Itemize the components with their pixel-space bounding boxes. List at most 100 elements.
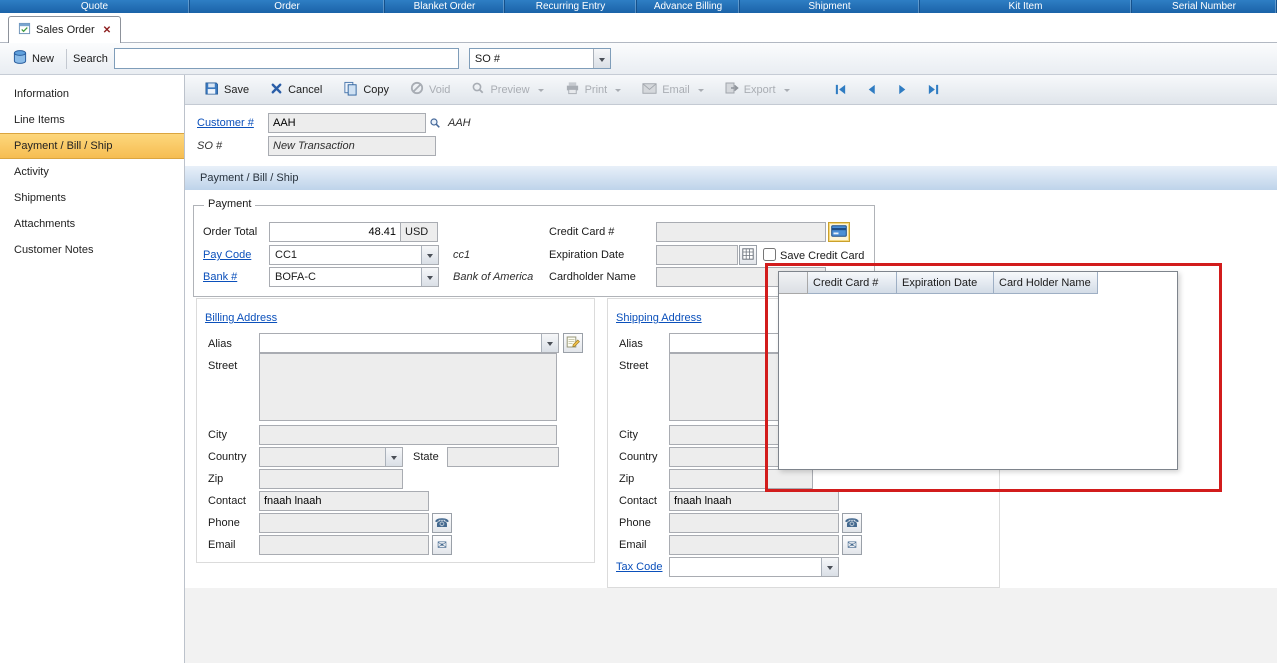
billing-country-label: Country bbox=[208, 451, 247, 463]
nav-previous-button[interactable] bbox=[865, 83, 878, 96]
background-strip bbox=[185, 588, 1277, 663]
sales-order-form-icon bbox=[18, 22, 31, 38]
billing-contact-field[interactable] bbox=[259, 491, 429, 511]
envelope-icon: ✉ bbox=[436, 538, 448, 552]
chevron-down-icon bbox=[783, 88, 790, 95]
void-button[interactable]: Void bbox=[403, 78, 457, 101]
billing-address-link[interactable]: Billing Address bbox=[205, 311, 277, 325]
nav-last-button[interactable] bbox=[927, 83, 940, 96]
payment-group-label: Payment bbox=[204, 198, 256, 210]
preview-button[interactable]: Preview bbox=[464, 78, 550, 101]
order-total-label: Order Total bbox=[203, 226, 258, 238]
save-button[interactable]: Save bbox=[197, 78, 256, 102]
ribbon-item-recurring-entry[interactable]: Recurring Entry bbox=[505, 0, 637, 13]
shipping-email-send-button[interactable]: ✉ bbox=[842, 535, 862, 555]
ribbon-item-serial-number[interactable]: Serial Number bbox=[1132, 0, 1277, 13]
shipping-zip-field[interactable] bbox=[669, 469, 813, 489]
save-icon bbox=[204, 81, 219, 99]
billing-city-field[interactable] bbox=[259, 425, 557, 445]
ribbon-item-shipment[interactable]: Shipment bbox=[740, 0, 920, 13]
email-button[interactable]: Email bbox=[635, 80, 711, 100]
sidebar-item-information[interactable]: Information bbox=[0, 81, 184, 107]
expiration-date-label: Expiration Date bbox=[549, 249, 625, 261]
edit-address-icon bbox=[566, 335, 580, 352]
grid-column-expiration-date[interactable]: Expiration Date bbox=[897, 272, 994, 294]
pay-code-link[interactable]: Pay Code bbox=[203, 248, 251, 262]
nav-next-button[interactable] bbox=[896, 83, 909, 96]
save-credit-card-checkbox[interactable] bbox=[763, 248, 776, 261]
print-button[interactable]: Print bbox=[558, 78, 629, 101]
ribbon-item-advance-billing[interactable]: Advance Billing bbox=[637, 0, 740, 13]
sidebar: Information Line Items Payment / Bill / … bbox=[0, 75, 185, 663]
grid-header-row: Credit Card # Expiration Date Card Holde… bbox=[779, 272, 1177, 294]
copy-button[interactable]: Copy bbox=[336, 78, 396, 102]
billing-alias-combo[interactable] bbox=[259, 333, 559, 353]
bank-combo[interactable]: BOFA-C bbox=[269, 267, 439, 287]
search-input[interactable] bbox=[113, 48, 459, 69]
pay-code-combo[interactable]: CC1 bbox=[269, 245, 439, 265]
billing-state-field[interactable] bbox=[447, 447, 559, 467]
chevron-down-icon bbox=[697, 88, 704, 95]
cancel-button[interactable]: Cancel bbox=[263, 79, 329, 101]
chevron-down-icon[interactable] bbox=[541, 334, 558, 352]
expiration-picker-button[interactable] bbox=[739, 245, 757, 265]
billing-country-combo[interactable] bbox=[259, 447, 403, 467]
sidebar-item-attachments[interactable]: Attachments bbox=[0, 211, 184, 237]
billing-street-label: Street bbox=[208, 360, 238, 372]
billing-phone-field[interactable] bbox=[259, 513, 429, 533]
billing-zip-field[interactable] bbox=[259, 469, 403, 489]
export-button[interactable]: Export bbox=[718, 78, 797, 101]
ribbon-item-kit-item[interactable]: Kit Item bbox=[920, 0, 1132, 13]
billing-street-field[interactable] bbox=[259, 353, 557, 421]
chevron-down-icon[interactable] bbox=[421, 246, 438, 264]
chevron-down-icon[interactable] bbox=[821, 558, 838, 576]
shipping-email-label: Email bbox=[619, 539, 647, 551]
tax-code-combo[interactable] bbox=[669, 557, 839, 577]
sidebar-item-shipments[interactable]: Shipments bbox=[0, 185, 184, 211]
so-number-field[interactable]: New Transaction bbox=[268, 136, 436, 156]
grid-column-credit-card[interactable]: Credit Card # bbox=[808, 272, 897, 294]
sidebar-item-activity[interactable]: Activity bbox=[0, 159, 184, 185]
new-button[interactable]: New bbox=[6, 47, 60, 70]
main-content: Save Cancel Copy Void Preview Print Emai… bbox=[185, 75, 1277, 663]
sidebar-item-line-items[interactable]: Line Items bbox=[0, 107, 184, 133]
saved-cards-popup-grid[interactable]: Credit Card # Expiration Date Card Holde… bbox=[778, 271, 1178, 470]
shipping-phone-field[interactable] bbox=[669, 513, 839, 533]
billing-contact-label: Contact bbox=[208, 495, 246, 507]
ribbon-item-blanket-order[interactable]: Blanket Order bbox=[385, 0, 505, 13]
customer-number-field[interactable] bbox=[268, 113, 426, 133]
export-icon bbox=[725, 81, 739, 98]
customer-number-link[interactable]: Customer # bbox=[197, 116, 254, 130]
search-field-selector[interactable]: SO # bbox=[468, 48, 611, 69]
chevron-down-icon[interactable] bbox=[385, 448, 402, 466]
expiration-date-field[interactable] bbox=[656, 245, 738, 265]
top-ribbon: Quote Order Blanket Order Recurring Entr… bbox=[0, 0, 1277, 13]
nav-first-button[interactable] bbox=[834, 83, 847, 96]
so-number-value: New Transaction bbox=[273, 140, 355, 152]
chevron-down-icon[interactable] bbox=[592, 49, 610, 68]
sidebar-item-customer-notes[interactable]: Customer Notes bbox=[0, 237, 184, 263]
credit-card-swipe-button[interactable] bbox=[828, 222, 850, 242]
shipping-phone-label: Phone bbox=[619, 517, 651, 529]
tax-code-link[interactable]: Tax Code bbox=[616, 560, 662, 574]
shipping-contact-field[interactable] bbox=[669, 491, 839, 511]
credit-card-field[interactable] bbox=[656, 222, 826, 242]
billing-email-field[interactable] bbox=[259, 535, 429, 555]
ribbon-item-quote[interactable]: Quote bbox=[0, 0, 190, 13]
close-icon[interactable]: ✕ bbox=[103, 25, 111, 36]
tab-sales-order[interactable]: Sales Order ✕ bbox=[8, 16, 122, 43]
billing-phone-dial-button[interactable]: ☎ bbox=[432, 513, 452, 533]
order-total-field[interactable] bbox=[269, 222, 401, 242]
bank-number-link[interactable]: Bank # bbox=[203, 270, 237, 284]
customer-lookup-icon[interactable] bbox=[429, 117, 441, 133]
billing-email-send-button[interactable]: ✉ bbox=[432, 535, 452, 555]
billing-phone-label: Phone bbox=[208, 517, 240, 529]
chevron-down-icon[interactable] bbox=[421, 268, 438, 286]
ribbon-item-order[interactable]: Order bbox=[190, 0, 385, 13]
billing-alias-edit-button[interactable] bbox=[563, 333, 583, 353]
sidebar-item-payment-bill-ship[interactable]: Payment / Bill / Ship bbox=[0, 133, 184, 159]
shipping-address-link[interactable]: Shipping Address bbox=[616, 311, 702, 325]
grid-column-card-holder-name[interactable]: Card Holder Name bbox=[994, 272, 1098, 294]
shipping-phone-dial-button[interactable]: ☎ bbox=[842, 513, 862, 533]
shipping-email-field[interactable] bbox=[669, 535, 839, 555]
